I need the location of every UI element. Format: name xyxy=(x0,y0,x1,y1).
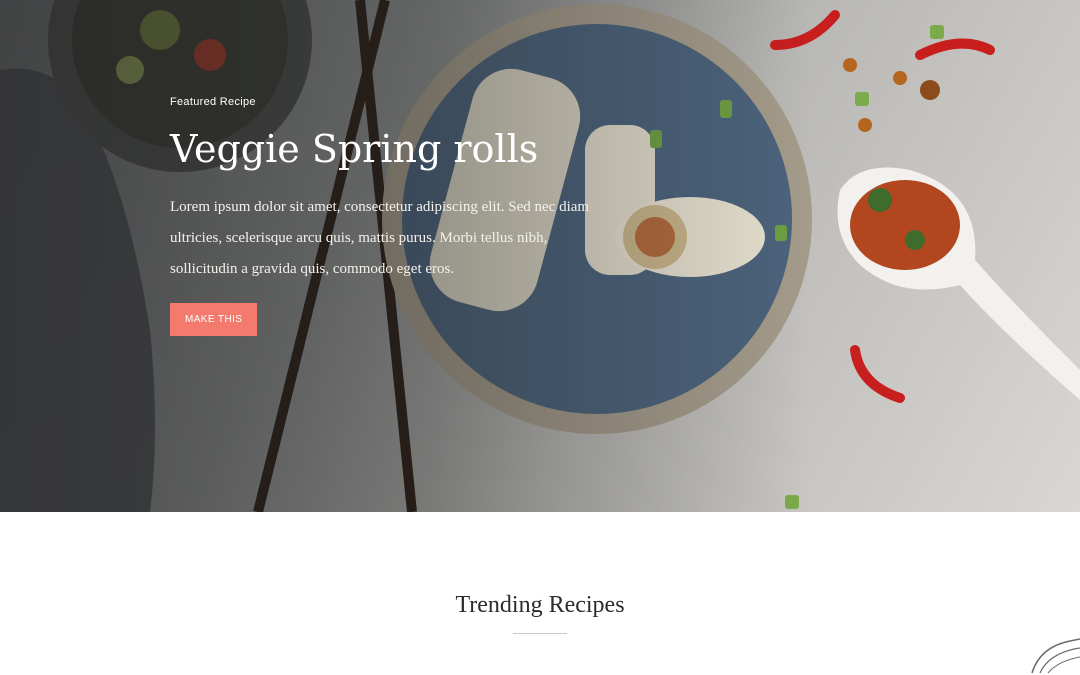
hero-content: Featured Recipe Veggie Spring rolls Lore… xyxy=(170,96,600,336)
make-this-button[interactable]: MAKE THIS xyxy=(170,303,258,336)
decorative-illustration-icon xyxy=(1031,638,1080,674)
featured-label: Featured Recipe xyxy=(170,96,256,108)
recipe-description: Lorem ipsum dolor sit amet, consectetur … xyxy=(170,199,590,277)
trending-title: Trending Recipes xyxy=(455,592,625,618)
recipe-title: Veggie Spring rolls xyxy=(170,127,539,171)
section-divider xyxy=(513,633,567,634)
trending-section: Trending Recipes xyxy=(0,512,1080,675)
hero-section: Featured Recipe Veggie Spring rolls Lore… xyxy=(0,0,1080,512)
